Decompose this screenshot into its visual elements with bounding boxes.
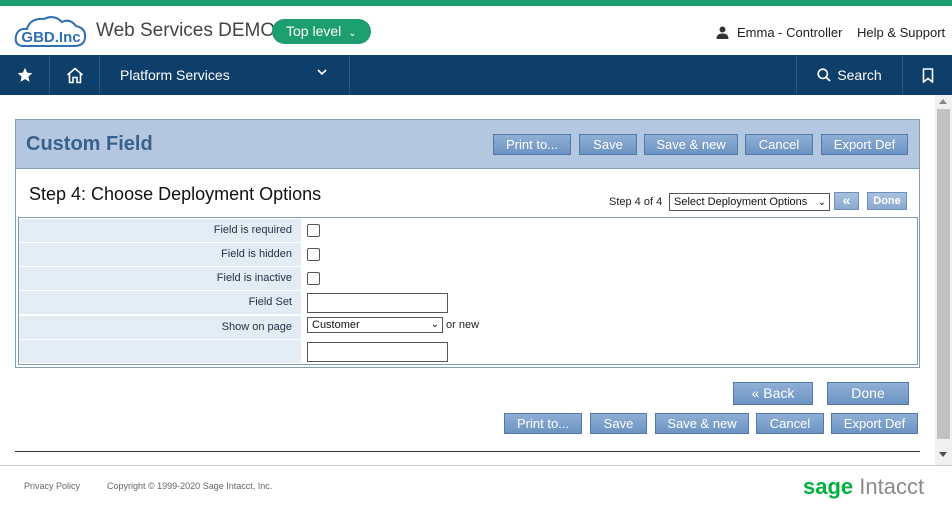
level-label: Top level	[286, 23, 342, 39]
field-set-label: Field Set	[19, 291, 301, 314]
new-page-input[interactable]	[307, 342, 448, 362]
form-row-inactive: Field is inactive	[19, 267, 917, 291]
bookmark-button[interactable]	[903, 55, 952, 95]
export-def-button[interactable]: Export Def	[821, 134, 908, 155]
svg-text:GBD.Inc: GBD.Inc	[21, 29, 80, 46]
field-required-checkbox[interactable]	[307, 224, 320, 237]
card-header: Custom Field Print to... Save Save & new…	[16, 120, 919, 169]
search-icon	[817, 68, 831, 82]
back-small-button[interactable]: «	[834, 192, 859, 210]
vertical-scrollbar[interactable]	[935, 95, 952, 465]
platform-services-menu[interactable]: Platform Services	[100, 55, 350, 95]
sage-logo-text: sage	[803, 474, 854, 499]
chevron-down-icon	[317, 69, 327, 76]
scroll-thumb[interactable]	[937, 109, 950, 439]
field-inactive-label: Field is inactive	[19, 267, 301, 290]
app-header: GBD.Inc Web Services DEMO Top level ⌄ Emm…	[0, 6, 952, 55]
main-nav: Platform Services Search	[0, 55, 952, 95]
chevron-down-icon: ⌄	[430, 319, 439, 330]
user-icon	[716, 26, 729, 39]
favorites-button[interactable]	[0, 55, 50, 95]
step-title: Step 4: Choose Deployment Options	[29, 184, 322, 204]
field-inactive-checkbox[interactable]	[307, 272, 320, 285]
chevron-down-icon: ⌄	[817, 197, 826, 208]
deployment-form: Field is required Field is hidden Field …	[18, 217, 918, 365]
step-select[interactable]: Select Deployment Options ⌄	[669, 193, 830, 211]
home-icon	[66, 66, 83, 83]
search-button[interactable]: Search	[796, 55, 903, 95]
form-row-field-set: Field Set	[19, 291, 917, 315]
bottom-save-button[interactable]: Save	[590, 413, 647, 434]
chevron-down-icon: ⌄	[348, 28, 357, 39]
scroll-down-arrow-icon[interactable]	[939, 452, 947, 457]
sage-intacct-logo: sage Intacct	[803, 474, 924, 500]
platform-services-label: Platform Services	[120, 67, 230, 83]
form-row-required: Field is required	[19, 219, 917, 243]
bottom-export-def-button[interactable]: Export Def	[831, 413, 918, 434]
back-button[interactable]: « Back	[733, 382, 813, 405]
cancel-button[interactable]: Cancel	[745, 134, 813, 155]
field-hidden-checkbox[interactable]	[307, 248, 320, 261]
content-divider	[15, 451, 920, 452]
save-button[interactable]: Save	[579, 134, 637, 155]
bookmark-icon	[922, 67, 933, 83]
search-label: Search	[837, 67, 882, 83]
scroll-up-arrow-icon[interactable]	[939, 99, 947, 104]
level-selector[interactable]: Top level ⌄	[272, 19, 371, 44]
form-row-new-page	[19, 340, 917, 364]
form-row-hidden: Field is hidden	[19, 243, 917, 267]
step-select-value: Select Deployment Options	[674, 196, 808, 208]
bottom-cancel-button[interactable]: Cancel	[756, 413, 824, 434]
app-title: Web Services DEMO	[96, 20, 276, 41]
field-required-label: Field is required	[19, 219, 301, 242]
user-label: Emma - Controller	[737, 25, 843, 40]
show-on-page-value: Customer	[312, 319, 360, 331]
step-counter: Step 4 of 4	[609, 196, 663, 208]
show-on-page-select[interactable]: Customer ⌄	[307, 317, 443, 333]
bottom-print-to-button[interactable]: Print to...	[504, 413, 582, 434]
new-page-label	[19, 340, 301, 363]
field-set-input[interactable]	[307, 293, 448, 313]
page-title: Custom Field	[26, 133, 153, 155]
custom-field-card: Custom Field Print to... Save Save & new…	[15, 119, 920, 368]
field-hidden-label: Field is hidden	[19, 243, 301, 266]
or-new-label: or new	[446, 319, 480, 331]
show-on-page-label: Show on page	[19, 316, 301, 339]
footer-divider	[0, 465, 952, 466]
privacy-policy-link[interactable]: Privacy Policy	[24, 481, 80, 491]
done-small-button[interactable]: Done	[867, 192, 907, 210]
form-row-show-on-page: Show on page Customer ⌄ or new	[19, 316, 917, 340]
copyright-text: Copyright © 1999-2020 Sage Intacct, Inc.	[107, 481, 273, 491]
bottom-save-and-new-button[interactable]: Save & new	[655, 413, 749, 434]
user-menu[interactable]: Emma - Controller	[716, 25, 842, 40]
print-to-button[interactable]: Print to...	[493, 134, 571, 155]
save-and-new-button[interactable]: Save & new	[644, 134, 738, 155]
company-logo[interactable]: GBD.Inc	[14, 14, 88, 50]
done-button[interactable]: Done	[827, 382, 909, 405]
help-link[interactable]: Help & Support	[857, 25, 945, 40]
intacct-logo-text: Intacct	[859, 474, 925, 499]
home-button[interactable]	[50, 55, 100, 95]
star-icon	[17, 67, 32, 82]
